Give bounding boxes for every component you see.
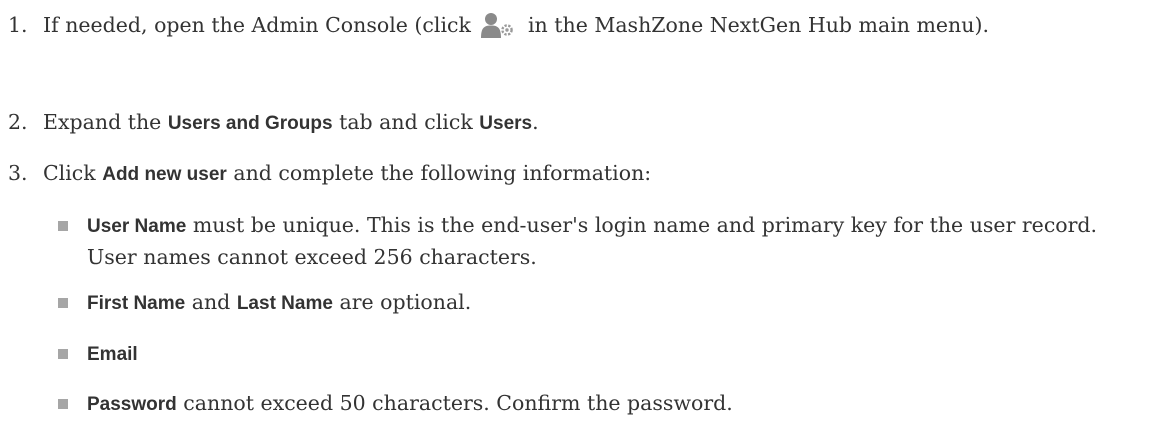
ui-label-users-and-groups: Users and Groups <box>167 113 333 134</box>
ui-label-add-new-user: Add new user <box>102 164 227 185</box>
step-text: tab and click <box>339 110 473 134</box>
step-number: 2. <box>8 110 28 134</box>
field-label-user-name: User Name <box>87 216 187 237</box>
field-label-last-name: Last Name <box>236 293 333 314</box>
step-number: 1. <box>8 13 28 37</box>
step-1: 1. If needed, open the Admin Console (cl… <box>0 10 1143 46</box>
field-label-email: Email <box>87 344 138 365</box>
bullet-text: are optional. <box>339 290 472 314</box>
step-text: Click <box>43 161 96 185</box>
field-label-first-name: First Name <box>87 293 186 314</box>
step-2: 2. Expand the Users and Groups tab and c… <box>0 107 1143 139</box>
bullet-email: Email <box>0 338 1147 370</box>
step-3: 3. Click Add new user and complete the f… <box>0 158 1143 190</box>
bullet-square-icon <box>58 399 68 409</box>
bullet-user-name: User Name must be unique. This is the en… <box>0 210 1147 272</box>
admin-console-icon <box>481 12 515 46</box>
bullet-first-last-name: First Name and Last Name are optional. <box>0 287 1147 319</box>
bullet-text: and <box>191 290 231 314</box>
ui-label-users: Users <box>479 113 533 134</box>
step-number: 3. <box>8 161 28 185</box>
step-text-end: . <box>532 110 539 134</box>
field-label-password: Password <box>87 394 177 415</box>
step-text: and complete the following information: <box>233 161 652 185</box>
bullet-password: Password cannot exceed 50 characters. Co… <box>0 388 1147 420</box>
step-text-continued: in the MashZone NextGen Hub main menu). <box>527 13 989 37</box>
bullet-square-icon <box>58 298 68 308</box>
bullet-text: must be unique. This is the end-user's l… <box>87 213 1098 269</box>
step-text: If needed, open the Admin Console (click <box>43 13 471 37</box>
bullet-square-icon <box>58 221 68 231</box>
bullet-text: cannot exceed 50 characters. Confirm the… <box>183 391 733 415</box>
step-text: Expand the <box>43 110 162 134</box>
bullet-square-icon <box>58 349 68 359</box>
